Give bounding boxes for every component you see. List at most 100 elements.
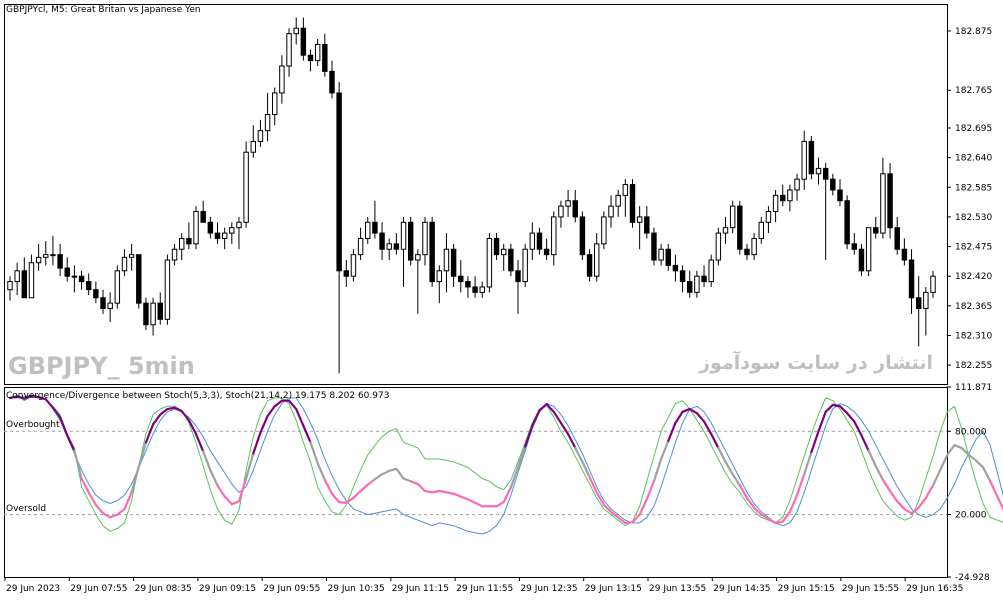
divergence-segment-high <box>51 406 62 419</box>
bear-candle-body <box>873 227 879 234</box>
bear-candle-body <box>915 297 922 310</box>
bear-candle-body <box>214 232 221 239</box>
divergence-segment-low <box>80 477 90 494</box>
candle <box>543 238 550 261</box>
candle <box>579 211 586 261</box>
candle <box>522 243 528 287</box>
divergence-segment-low <box>116 507 126 516</box>
bear-candle-body <box>465 281 471 288</box>
time-tick-label: 29 Jun 14:35 <box>713 584 770 594</box>
candle <box>808 136 815 180</box>
divergence-segment-high <box>810 430 820 454</box>
bear-candle-body <box>322 43 328 72</box>
candle <box>801 130 807 190</box>
divergence-segment-low <box>345 496 355 504</box>
bull-candle-body <box>35 256 42 264</box>
divergence-segment-neutral <box>939 453 949 472</box>
candle <box>908 249 915 314</box>
bull-candle-body <box>765 211 772 223</box>
chart-canvas[interactable]: 182.875 182.765 182.695 182.640 182.585 182.5… <box>0 0 1003 598</box>
bull-candle-body <box>436 270 443 283</box>
divergence-segment-neutral <box>130 465 140 494</box>
price-tick-label: 182.310 <box>955 331 992 341</box>
candle <box>121 249 128 277</box>
divergence-segment-neutral <box>931 469 942 487</box>
candle <box>751 233 757 261</box>
time-tick-label: 29 Jun 12:35 <box>520 584 577 594</box>
divergence-segment-high <box>702 420 713 436</box>
bull-candle-body <box>601 216 607 245</box>
bull-candle-body <box>758 221 764 239</box>
candle <box>229 222 235 244</box>
candle <box>64 257 70 282</box>
bull-candle-body <box>121 256 128 272</box>
bear-candle-body <box>744 248 750 256</box>
divergence-segment-low <box>416 482 427 493</box>
divergence-segment-high <box>538 403 548 412</box>
bull-candle-body <box>279 65 285 94</box>
bear-candle-body <box>687 281 693 293</box>
symbol-title: GBPJPYcl, M5: Great Britan vs Japanese Y… <box>6 5 201 15</box>
candle <box>157 292 163 325</box>
bull-candle-body <box>314 43 321 62</box>
divergence-segment-low <box>888 489 899 503</box>
bull-candle-body <box>43 254 49 258</box>
candle <box>329 60 335 99</box>
bear-candle-body <box>143 302 149 326</box>
indicator-tick-label: 111.871 <box>955 383 992 393</box>
bear-candle-body <box>472 286 478 293</box>
bull-candle-body <box>636 216 643 223</box>
candle <box>78 270 85 290</box>
divergence-segment-high <box>531 409 541 427</box>
divergence-segment-low <box>123 491 133 511</box>
candle <box>136 254 142 309</box>
candle <box>350 249 357 282</box>
candle <box>844 195 850 250</box>
price-tick-label: 182.765 <box>955 86 992 96</box>
candle <box>636 206 643 250</box>
bull-candle-body <box>350 254 357 277</box>
candle <box>901 238 908 266</box>
candle <box>243 141 249 228</box>
candle <box>179 233 185 261</box>
bull-candle-body <box>593 243 600 277</box>
bear-candle-body <box>908 259 915 299</box>
candle <box>593 233 600 282</box>
bear-candle-body <box>186 237 192 245</box>
divergence-segment-neutral <box>867 449 877 468</box>
bull-candle-body <box>923 291 929 310</box>
candle <box>830 173 836 196</box>
divergence-segment-high <box>173 406 183 413</box>
bear-candle-body <box>379 232 385 250</box>
candle <box>601 211 607 250</box>
bear-candle-body <box>57 254 63 269</box>
bull-candle-body <box>801 140 807 180</box>
bull-candle-body <box>787 189 793 202</box>
divergence-segment-low <box>989 480 999 498</box>
bull-candle-body <box>257 130 264 142</box>
candle <box>57 243 63 277</box>
candle <box>7 276 13 301</box>
bull-candle-body <box>250 140 256 153</box>
candle <box>100 289 106 314</box>
divergence-segment-neutral <box>388 467 398 472</box>
bull-candle-body <box>14 270 20 283</box>
divergence-segment-neutral <box>717 446 727 463</box>
divergence-segment-high <box>266 405 276 418</box>
candle <box>143 297 149 331</box>
candle <box>729 200 736 234</box>
candle <box>71 265 78 293</box>
divergence-segment-high <box>180 410 190 422</box>
bull-candle-body <box>608 205 614 218</box>
candle <box>314 39 321 66</box>
bear-candle-body <box>651 232 657 261</box>
divergence-segment-low <box>101 512 112 519</box>
bull-candle-body <box>880 173 886 234</box>
oversold-label: Oversold <box>6 504 46 514</box>
candle <box>164 254 171 325</box>
candle <box>758 216 764 244</box>
time-tick-label: 29 Jun 15:55 <box>842 584 899 594</box>
candle <box>851 233 858 255</box>
time-tick-label: 29 Jun 11:55 <box>456 584 513 594</box>
candle <box>379 222 385 261</box>
